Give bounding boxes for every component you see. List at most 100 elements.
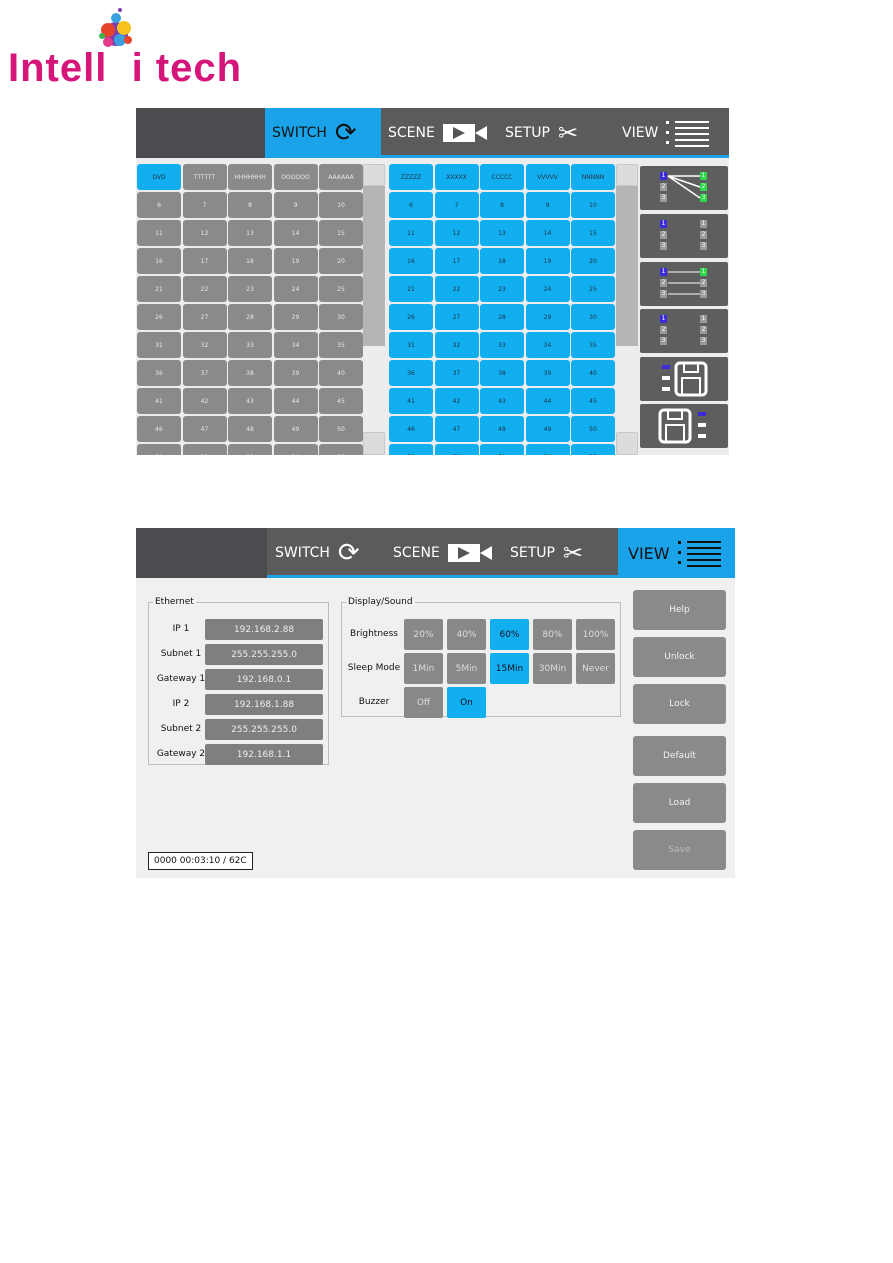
default-button[interactable]: Default	[633, 736, 726, 776]
output-button[interactable]: 37	[434, 360, 479, 386]
mode-button[interactable]: 112233	[640, 262, 728, 306]
output-button[interactable]: 53	[480, 444, 524, 455]
output-button[interactable]: 43	[480, 388, 524, 414]
input-button[interactable]: HHHHHHH	[228, 164, 272, 190]
input-button[interactable]: 55	[319, 444, 363, 455]
mode-button[interactable]	[640, 357, 728, 401]
input-button[interactable]: 49	[273, 416, 318, 442]
output-button[interactable]: 47	[434, 416, 479, 442]
output-button[interactable]: 33	[480, 332, 524, 358]
output-button[interactable]: 9	[525, 192, 570, 218]
input-scroll-up[interactable]	[363, 164, 385, 186]
output-button[interactable]: 16	[389, 248, 433, 274]
ethernet-field[interactable]: 192.168.2.88	[205, 619, 323, 640]
tab-scene[interactable]: SCENE	[393, 528, 492, 578]
output-button[interactable]: 15	[571, 220, 615, 246]
input-button[interactable]: DVD	[137, 164, 181, 190]
input-button[interactable]: 18	[228, 248, 272, 274]
output-button[interactable]: 55	[571, 444, 615, 455]
output-button[interactable]: CCCCC	[480, 164, 524, 190]
input-button[interactable]: 36	[137, 360, 181, 386]
output-button[interactable]: 30	[571, 304, 615, 330]
output-scrollbar-thumb[interactable]	[616, 186, 638, 346]
sleep-option[interactable]: 1Min	[404, 653, 443, 684]
ethernet-field[interactable]: 192.168.1.88	[205, 694, 323, 715]
output-button[interactable]: 46	[389, 416, 433, 442]
input-button[interactable]: 31	[137, 332, 181, 358]
input-button[interactable]: 50	[319, 416, 363, 442]
input-button[interactable]: 9	[273, 192, 318, 218]
buzzer-option[interactable]: Off	[404, 687, 443, 718]
input-button[interactable]: 12	[182, 220, 227, 246]
output-button[interactable]: 27	[434, 304, 479, 330]
input-button[interactable]: 44	[273, 388, 318, 414]
output-button[interactable]: 31	[389, 332, 433, 358]
input-button[interactable]: OOOOOO	[273, 164, 318, 190]
unlock-button[interactable]: Unlock	[633, 637, 726, 677]
mode-button[interactable]: 112233	[640, 214, 728, 258]
ethernet-field[interactable]: 255.255.255.0	[205, 719, 323, 740]
output-button[interactable]: 51	[389, 444, 433, 455]
output-button[interactable]: 23	[480, 276, 524, 302]
output-scroll-up[interactable]	[616, 164, 638, 186]
input-button[interactable]: 35	[319, 332, 363, 358]
input-button[interactable]: 26	[137, 304, 181, 330]
input-button[interactable]: 24	[273, 276, 318, 302]
tab-scene[interactable]: SCENE	[388, 108, 487, 158]
output-button[interactable]: 18	[480, 248, 524, 274]
output-button[interactable]: 36	[389, 360, 433, 386]
save-button[interactable]: Save	[633, 830, 726, 870]
brightness-option[interactable]: 20%	[404, 619, 443, 650]
output-button[interactable]: 41	[389, 388, 433, 414]
tab-view[interactable]: VIEW	[622, 108, 710, 158]
output-button[interactable]: 35	[571, 332, 615, 358]
input-button[interactable]: 52	[182, 444, 227, 455]
sleep-option[interactable]: 15Min	[490, 653, 529, 684]
input-button[interactable]: 47	[182, 416, 227, 442]
input-button[interactable]: 10	[319, 192, 363, 218]
input-button[interactable]: 51	[137, 444, 181, 455]
input-button[interactable]: 34	[273, 332, 318, 358]
brightness-option[interactable]: 60%	[490, 619, 529, 650]
input-button[interactable]: 53	[228, 444, 272, 455]
output-button[interactable]: 17	[434, 248, 479, 274]
load-button[interactable]: Load	[633, 783, 726, 823]
input-button[interactable]: 38	[228, 360, 272, 386]
output-button[interactable]: NNNNN	[571, 164, 615, 190]
mode-button[interactable]: 112233	[640, 309, 728, 353]
input-button[interactable]: 27	[182, 304, 227, 330]
output-button[interactable]: 24	[525, 276, 570, 302]
input-button[interactable]: 17	[182, 248, 227, 274]
output-button[interactable]: 48	[480, 416, 524, 442]
input-button[interactable]: 46	[137, 416, 181, 442]
output-button[interactable]: 22	[434, 276, 479, 302]
output-button[interactable]: 14	[525, 220, 570, 246]
input-button[interactable]: 43	[228, 388, 272, 414]
input-button[interactable]: 39	[273, 360, 318, 386]
output-button[interactable]: 49	[525, 416, 570, 442]
input-button[interactable]: 48	[228, 416, 272, 442]
input-button[interactable]: 33	[228, 332, 272, 358]
output-button[interactable]: 54	[525, 444, 570, 455]
output-button[interactable]: 20	[571, 248, 615, 274]
input-button[interactable]: 13	[228, 220, 272, 246]
tab-switch[interactable]: SWITCH ⟳	[265, 108, 381, 158]
brightness-option[interactable]: 100%	[576, 619, 615, 650]
input-button[interactable]: 14	[273, 220, 318, 246]
output-button[interactable]: 26	[389, 304, 433, 330]
output-button[interactable]: 38	[480, 360, 524, 386]
input-button[interactable]: 54	[273, 444, 318, 455]
output-button[interactable]: 34	[525, 332, 570, 358]
input-button[interactable]: AAAAAA	[319, 164, 363, 190]
ethernet-field[interactable]: 192.168.0.1	[205, 669, 323, 690]
output-button[interactable]: 39	[525, 360, 570, 386]
input-button[interactable]: 20	[319, 248, 363, 274]
input-button[interactable]: TTTTTT	[182, 164, 227, 190]
input-button[interactable]: 7	[182, 192, 227, 218]
sleep-option[interactable]: 30Min	[533, 653, 572, 684]
input-button[interactable]: 37	[182, 360, 227, 386]
brightness-option[interactable]: 80%	[533, 619, 572, 650]
output-button[interactable]: 7	[434, 192, 479, 218]
output-button[interactable]: 52	[434, 444, 479, 455]
buzzer-option[interactable]: On	[447, 687, 486, 718]
